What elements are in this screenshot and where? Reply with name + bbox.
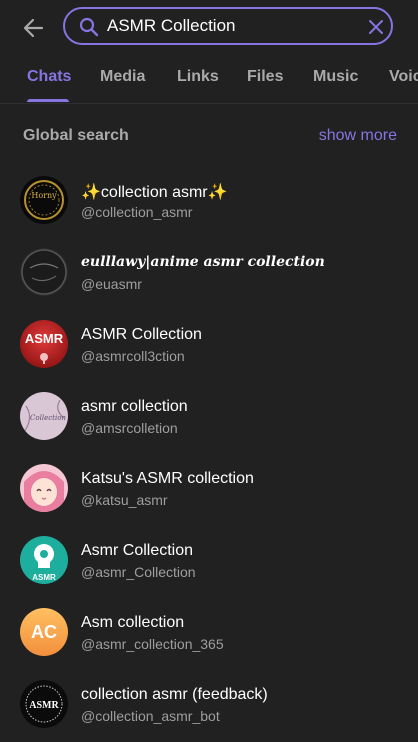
chat-handle: @asmr_Collection bbox=[81, 564, 196, 580]
chat-handle: @collection_asmr bbox=[81, 204, 193, 220]
top-bar bbox=[0, 0, 418, 56]
search-tabs: Chats Media Links Files Music Voice bbox=[0, 56, 418, 104]
chat-name: ✨collection asmr✨ bbox=[81, 184, 228, 201]
avatar: Horny bbox=[20, 176, 68, 224]
section-title: Global search bbox=[23, 127, 129, 144]
active-tab-indicator bbox=[27, 99, 69, 102]
results-list: Horny ✨collection asmr✨ @collection_asmr… bbox=[0, 164, 418, 740]
list-item[interactable]: Katsu's ASMR collection @katsu_asmr bbox=[0, 452, 418, 524]
chat-name: Katsu's ASMR collection bbox=[81, 470, 254, 487]
chat-name: Asm collection bbox=[81, 614, 185, 631]
tab-media[interactable]: Media bbox=[100, 68, 145, 86]
tab-music[interactable]: Music bbox=[313, 68, 358, 86]
back-arrow-icon[interactable] bbox=[20, 14, 50, 42]
list-item[interactable]: ASMR collection asmr (feedback) @collect… bbox=[0, 668, 418, 740]
chat-handle: @katsu_asmr bbox=[81, 492, 168, 508]
chat-handle: @collection_asmr_bot bbox=[81, 708, 220, 724]
chat-name: ASMR Collection bbox=[81, 326, 202, 343]
avatar bbox=[20, 464, 68, 512]
avatar: ASMR bbox=[20, 536, 68, 584]
chat-handle: @asmrcoll3ction bbox=[81, 348, 185, 364]
show-more-link[interactable]: show more bbox=[319, 127, 397, 145]
avatar-label: ASMR bbox=[29, 700, 59, 711]
chat-name: Asmr Collection bbox=[81, 542, 194, 559]
tab-voice[interactable]: Voice bbox=[389, 68, 418, 86]
search-input[interactable] bbox=[107, 14, 347, 38]
chat-name: collection asmr (feedback) bbox=[81, 686, 268, 703]
avatar-label: ASMR bbox=[25, 331, 64, 346]
avatar: ASMR bbox=[20, 320, 68, 368]
list-item[interactable]: AC Asm collection @asmr_collection_365 bbox=[0, 596, 418, 668]
chat-name: eulllawy|anime asmr collection bbox=[81, 254, 325, 270]
close-icon[interactable] bbox=[367, 18, 385, 36]
avatar: ASMR bbox=[20, 680, 68, 728]
search-box[interactable] bbox=[63, 7, 393, 45]
list-item[interactable]: eulllawy|anime asmr collection @euasmr bbox=[0, 236, 418, 308]
chat-name: asmr collection bbox=[81, 398, 188, 415]
avatar: AC bbox=[20, 608, 68, 656]
avatar: Collection bbox=[20, 392, 68, 440]
search-icon bbox=[79, 17, 99, 37]
list-item[interactable]: ASMR Asmr Collection @asmr_Collection bbox=[0, 524, 418, 596]
list-item[interactable]: Horny ✨collection asmr✨ @collection_asmr bbox=[0, 164, 418, 236]
avatar-label: Collection bbox=[30, 414, 66, 422]
chat-handle: @euasmr bbox=[81, 276, 142, 292]
avatar-initials: AC bbox=[31, 622, 57, 642]
tab-chats[interactable]: Chats bbox=[27, 68, 71, 86]
list-item[interactable]: Collection asmr collection @amsrcolletio… bbox=[0, 380, 418, 452]
avatar-label: ASMR bbox=[32, 573, 56, 582]
tab-links[interactable]: Links bbox=[177, 68, 219, 86]
chat-handle: @asmr_collection_365 bbox=[81, 636, 224, 652]
list-item[interactable]: ASMR ASMR Collection @asmrcoll3ction bbox=[0, 308, 418, 380]
avatar-label: Horny bbox=[31, 191, 57, 200]
tab-files[interactable]: Files bbox=[247, 68, 283, 86]
avatar bbox=[20, 248, 68, 296]
chat-handle: @amsrcolletion bbox=[81, 420, 178, 436]
